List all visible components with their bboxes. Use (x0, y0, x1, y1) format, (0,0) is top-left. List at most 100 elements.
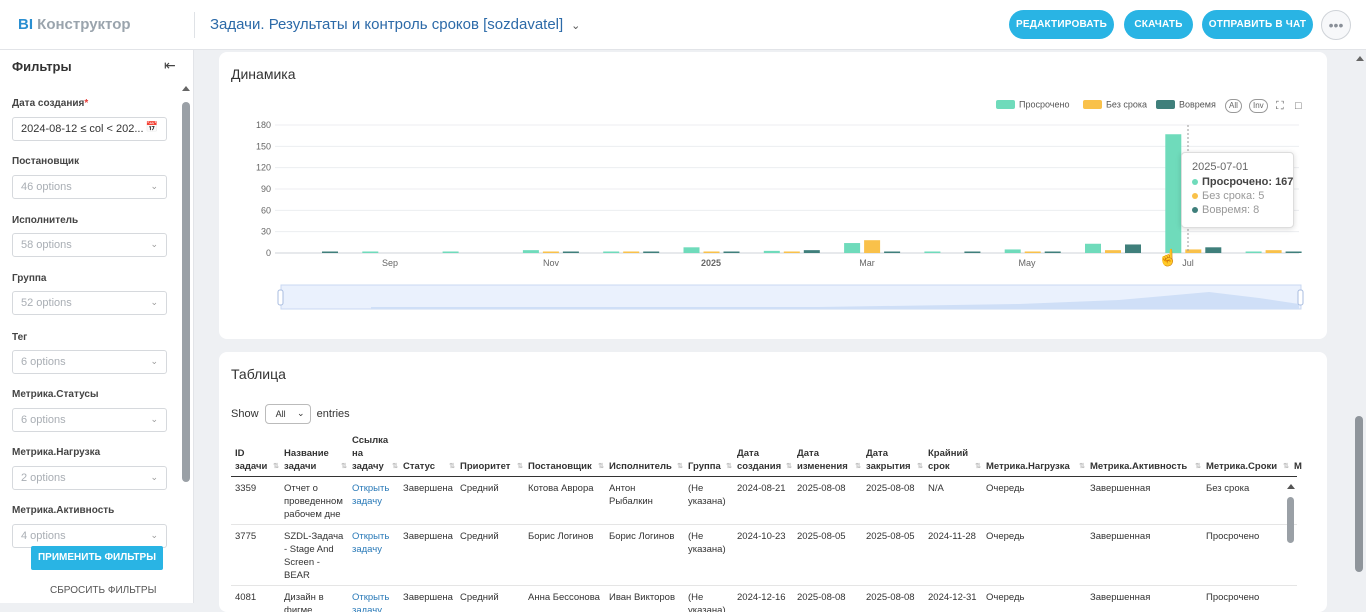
column-header[interactable]: Приоритет⇅ (456, 434, 524, 477)
chart-bar (563, 252, 579, 254)
dynamics-chart-card: Динамика Просрочено Без срока Вовремя Al… (219, 52, 1327, 339)
sort-icon[interactable]: ⇅ (786, 460, 792, 473)
column-header[interactable]: Исполнитель⇅ (605, 434, 684, 477)
sort-icon[interactable]: ⇅ (975, 460, 981, 473)
edit-button[interactable]: РЕДАКТИРОВАТЬ (1009, 10, 1114, 39)
column-header[interactable]: Группа⇅ (684, 434, 733, 477)
chart-bar (1165, 134, 1181, 253)
table-cell: 3775 (231, 525, 280, 586)
chart-bar (1025, 252, 1041, 254)
chevron-down-icon: ⌄ (150, 414, 158, 425)
tag-filter-select[interactable]: 6 options⌄ (12, 350, 167, 374)
table-cell: Иван Викторов (605, 586, 684, 612)
table-cell: (Не указана) (684, 525, 733, 586)
table-cell: Средний (456, 586, 524, 612)
chevron-down-icon: ⌄ (297, 408, 305, 419)
chevron-down-icon[interactable]: ⌄ (571, 20, 580, 32)
sort-icon[interactable]: ⇅ (1195, 460, 1201, 473)
chart-tooltip: 2025-07-01 Просрочено: 167 Без срока: 5 … (1181, 152, 1294, 228)
open-task-link[interactable]: Открыть задачу (352, 483, 389, 507)
chart-bar (543, 252, 559, 254)
y-tick-label: 30 (261, 227, 271, 237)
assignee-filter-select[interactable]: 58 options⌄ (12, 233, 167, 257)
table-row[interactable]: 3775SZDL-Задача - Stage And Screen - BEA… (231, 525, 1297, 586)
table-row[interactable]: 3359Отчет о проведенном рабочем днеОткры… (231, 477, 1297, 525)
apply-filters-button[interactable]: ПРИМЕНИТЬ ФИЛЬТРЫ (31, 546, 163, 570)
sort-icon[interactable]: ⇅ (855, 460, 861, 473)
sort-icon[interactable]: ⇅ (341, 460, 347, 473)
load-metric-filter-select[interactable]: 2 options⌄ (12, 466, 167, 490)
table-cell: Котова Аврора (524, 477, 605, 525)
sort-icon[interactable]: ⇅ (726, 460, 732, 473)
column-header[interactable]: Дата изменения⇅ (793, 434, 862, 477)
dashboard-title[interactable]: Задачи. Результаты и контроль сроков [so… (210, 16, 580, 33)
table-cell: Дизайн в фигме (280, 586, 348, 612)
column-header[interactable]: Статус⇅ (399, 434, 456, 477)
sort-icon[interactable]: ⇅ (273, 460, 279, 473)
y-tick-label: 60 (261, 205, 271, 215)
chevron-down-icon: ⌄ (150, 356, 158, 367)
sort-icon[interactable]: ⇅ (1283, 460, 1289, 473)
status-metric-filter-select[interactable]: 6 options⌄ (12, 408, 167, 432)
download-button[interactable]: СКАЧАТЬ (1124, 10, 1193, 39)
chart-bar (844, 243, 860, 253)
page-scrollbar[interactable] (1353, 50, 1366, 603)
column-header[interactable]: Постановщик⇅ (524, 434, 605, 477)
filters-sidebar: Фильтры ⇤ Дата создания* 2024-08-12 ≤ co… (0, 50, 194, 603)
column-header[interactable]: Дата закрытия⇅ (862, 434, 924, 477)
chevron-down-icon: ⌄ (150, 239, 158, 250)
table-cell: 2024-10-23 (733, 525, 793, 586)
chart-bar (1286, 252, 1302, 254)
creator-filter-select[interactable]: 46 options⌄ (12, 175, 167, 199)
chart-bar (684, 247, 700, 253)
sort-icon[interactable]: ⇅ (449, 460, 455, 473)
collapse-sidebar-icon[interactable]: ⇤ (164, 57, 176, 74)
sort-icon[interactable]: ⇅ (1079, 460, 1085, 473)
table-cell: Завершенная (1086, 586, 1202, 612)
column-header[interactable]: Крайний срок⇅ (924, 434, 982, 477)
reset-filters-button[interactable]: СБРОСИТЬ ФИЛЬТРЫ (50, 585, 156, 596)
sort-icon[interactable]: ⇅ (598, 460, 604, 473)
table-cell: Завершена (399, 586, 456, 612)
column-header[interactable]: Ссылка на задачу⇅ (348, 434, 399, 477)
column-header[interactable]: М (1290, 434, 1297, 477)
table-cell: 2025-08-08 (793, 586, 862, 612)
chart-bar (784, 252, 800, 254)
sort-icon[interactable]: ⇅ (917, 460, 923, 473)
chart-bar (623, 252, 639, 254)
send-to-chat-button[interactable]: ОТПРАВИТЬ В ЧАТ (1202, 10, 1313, 39)
chart-bar (443, 252, 459, 254)
column-header[interactable]: ID задачи⇅ (231, 434, 280, 477)
more-options-icon[interactable]: ••• (1321, 10, 1351, 40)
show-entries-control: Show All⌄ entries (231, 404, 350, 424)
open-task-link[interactable]: Открыть задачу (352, 531, 389, 555)
open-task-link[interactable]: Открыть задачу (352, 592, 389, 612)
table-cell: Очередь (982, 477, 1086, 525)
zoom-handle-right (1298, 290, 1303, 305)
group-filter-select[interactable]: 52 options⌄ (12, 291, 167, 315)
created-date-filter-input[interactable]: 2024-08-12 ≤ col < 202...📅 (12, 117, 167, 141)
column-header[interactable]: Дата создания⇅ (733, 434, 793, 477)
table-row[interactable]: 4081Дизайн в фигмеОткрыть задачуЗавершен… (231, 586, 1297, 612)
column-header[interactable]: Метрика.Сроки⇅ (1202, 434, 1290, 477)
tooltip-date: 2025-07-01 (1192, 161, 1283, 173)
dynamics-bar-chart[interactable]: 1801501209060300SepNov2025MarMayJul☝ (219, 52, 1327, 339)
table-cell: 2024-11-28 (924, 525, 982, 586)
sort-icon[interactable]: ⇅ (517, 460, 523, 473)
column-header[interactable]: Метрика.Нагрузка⇅ (982, 434, 1086, 477)
table-cell: 2025-08-05 (862, 525, 924, 586)
activity-metric-filter-select[interactable]: 4 options⌄ (12, 524, 167, 548)
sort-icon[interactable]: ⇅ (677, 460, 683, 473)
entries-select[interactable]: All⌄ (265, 404, 311, 424)
table-scrollbar[interactable] (1285, 484, 1297, 602)
x-tick-label: 2025 (701, 258, 721, 268)
column-header[interactable]: Метрика.Активность⇅ (1086, 434, 1202, 477)
column-header[interactable]: Название задачи⇅ (280, 434, 348, 477)
sort-icon[interactable]: ⇅ (392, 460, 398, 473)
table-cell: Открыть задачу (348, 586, 399, 612)
app-logo[interactable]: BI Конструктор (18, 16, 131, 33)
chevron-down-icon: ⌄ (150, 530, 158, 541)
chart-bar (804, 250, 820, 253)
zoom-handle-left (278, 290, 283, 305)
sidebar-scrollbar[interactable] (182, 86, 191, 586)
